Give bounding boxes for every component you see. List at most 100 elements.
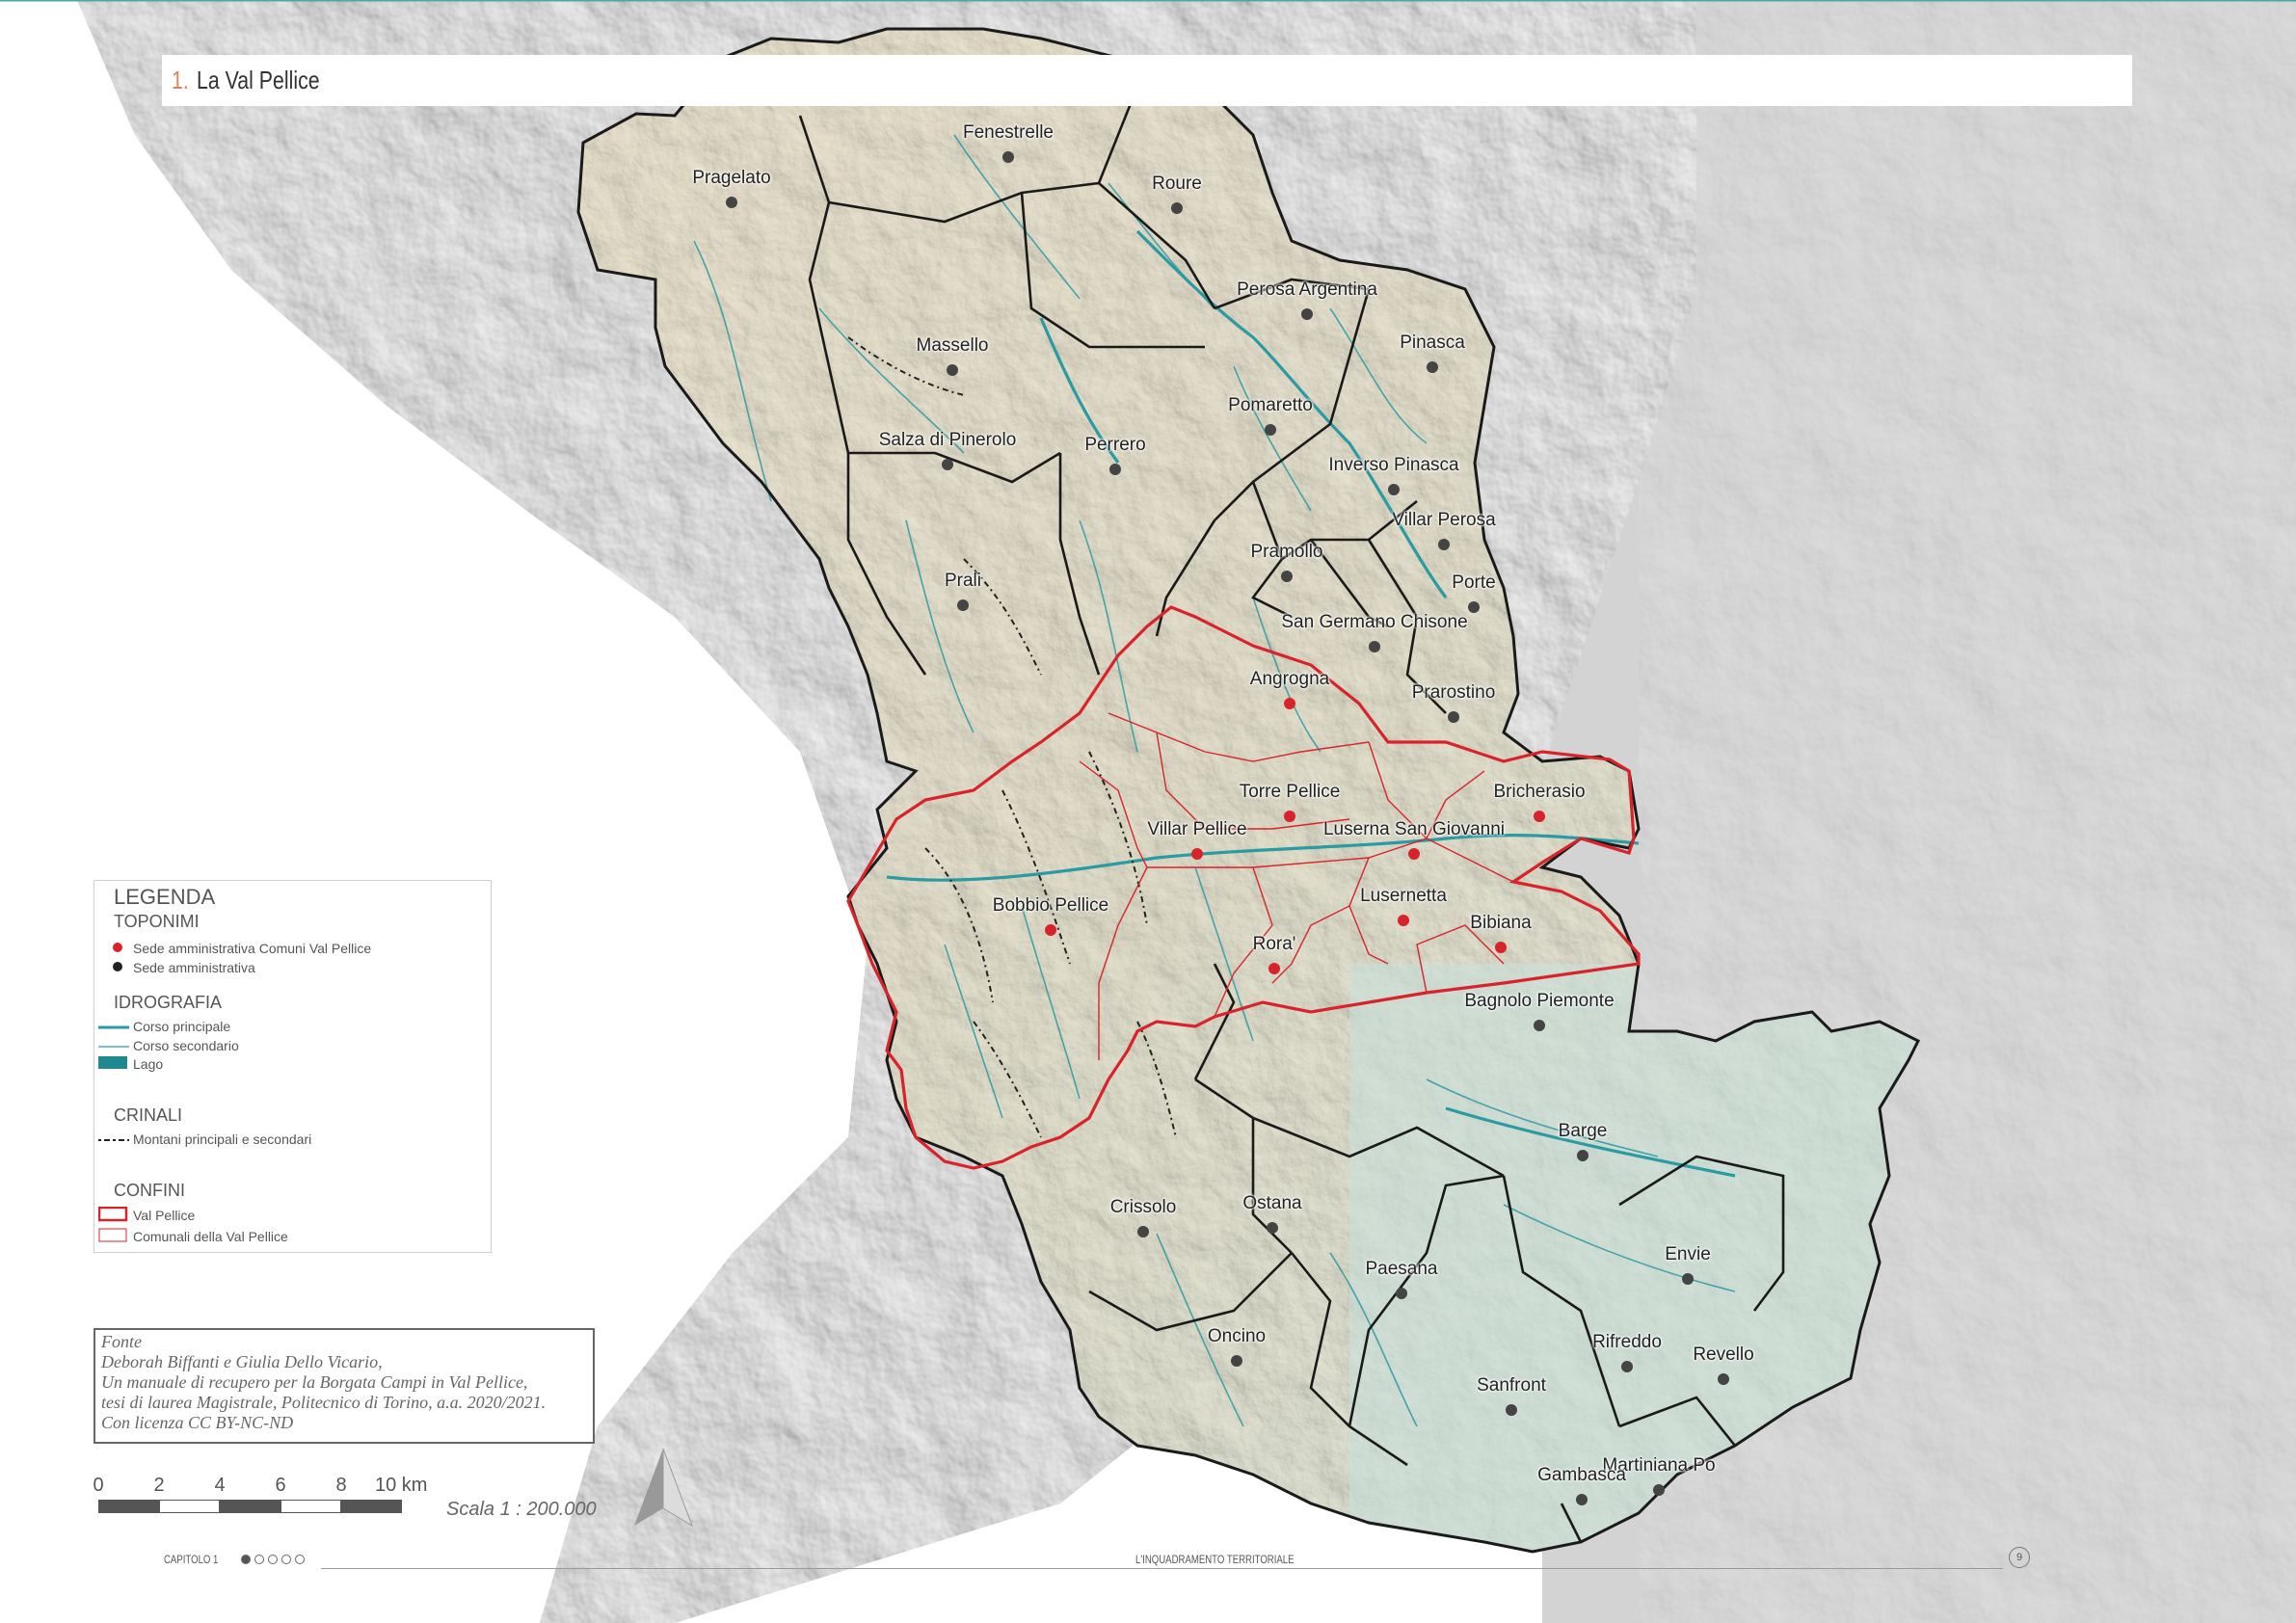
chapter-label: CAPITOLO 1 <box>164 1553 219 1566</box>
place-label: Salza di Pinerolo <box>878 430 1017 450</box>
progress-dot <box>268 1555 278 1564</box>
progress-dot <box>281 1555 291 1564</box>
place-marker <box>1438 539 1450 550</box>
title-number: 1. <box>172 66 189 94</box>
secondary-river-icon <box>98 1038 129 1053</box>
place-marker <box>1653 1484 1665 1496</box>
footer-rule <box>321 1568 2003 1569</box>
place-label: Perosa Argentina <box>1237 279 1377 300</box>
place-marker <box>1621 1361 1633 1372</box>
place-marker <box>1576 1494 1588 1505</box>
place-label: Pomaretto <box>1228 395 1313 415</box>
place-label: Paesana <box>1365 1259 1438 1279</box>
legend-item-corso-secondario: Corso secondario <box>98 1038 239 1053</box>
place-label: Massello <box>916 335 989 356</box>
place-label: Villar Pellice <box>1147 819 1247 839</box>
place-marker <box>1369 641 1380 652</box>
place-label: Fenestrelle <box>963 122 1054 143</box>
scale-tick-4: 4 <box>214 1475 226 1496</box>
val-pellice-border-icon <box>97 1206 129 1225</box>
place-marker <box>1191 848 1203 860</box>
place-marker <box>1171 202 1183 214</box>
place-label: Inverso Pinasca <box>1328 455 1459 475</box>
place-marker <box>1267 1222 1278 1234</box>
progress-dot <box>254 1555 264 1564</box>
legend-item-comunali: Comunali della Val Pellice <box>98 1228 288 1244</box>
place-label: Rifreddo <box>1592 1332 1662 1352</box>
place-marker <box>1137 1226 1149 1237</box>
black-dot-icon <box>112 960 123 975</box>
place-marker <box>1495 942 1507 953</box>
ridge-line-icon <box>98 1131 129 1147</box>
place-marker <box>1284 698 1295 709</box>
place-label: Bibiana <box>1470 913 1532 933</box>
place-marker <box>1682 1273 1694 1285</box>
place-label: Torre Pellice <box>1239 782 1341 802</box>
place-marker <box>942 459 953 470</box>
scale-segment <box>280 1500 341 1513</box>
place-label: Perrero <box>1084 435 1146 455</box>
place-marker <box>947 364 958 376</box>
lake-icon <box>98 1055 129 1073</box>
page-footer: CAPITOLO 1 L'INQUADRAMENTO TERRITORIALE … <box>162 1547 2132 1585</box>
red-dot-icon <box>112 941 123 956</box>
place-label: Pramollo <box>1250 542 1323 562</box>
place-marker <box>1396 1288 1407 1299</box>
place-label: Envie <box>1665 1244 1711 1264</box>
place-marker <box>1109 464 1121 475</box>
place-label: Prali <box>944 571 982 591</box>
map-legend: LEGENDA TOPONIMI Sede amministrativa Com… <box>93 880 492 1253</box>
place-marker <box>1718 1373 1729 1385</box>
comunali-border-icon <box>98 1228 129 1246</box>
legend-toponimi: TOPONIMI <box>114 912 200 931</box>
place-label: Porte <box>1452 572 1496 593</box>
section-label: L'INQUADRAMENTO TERRITORIALE <box>1135 1553 1295 1566</box>
scale-label: Scala 1 : 200.000 <box>446 1499 597 1520</box>
legend-item-sede: Sede amministrativa <box>113 960 255 975</box>
place-label: Bricherasio <box>1493 782 1586 802</box>
scale-tick-2: 2 <box>153 1475 165 1496</box>
place-marker <box>1301 308 1313 320</box>
legend-item-lago: Lago <box>98 1055 163 1072</box>
place-marker <box>1268 963 1280 974</box>
place-label: Villar Perosa <box>1392 510 1496 530</box>
place-marker <box>726 197 737 208</box>
source-note: Fonte Deborah Biffanti e Giulia Dello Vi… <box>93 1328 595 1444</box>
legend-heading: LEGENDA <box>114 885 216 909</box>
place-label: Ostana <box>1242 1193 1302 1213</box>
place-label: Roure <box>1152 173 1202 194</box>
page-number: 9 <box>2009 1547 2030 1568</box>
legend-item-montani: Montani principali e secondari <box>98 1131 311 1147</box>
place-label: Sanfront <box>1477 1375 1546 1396</box>
scale-tick-8: 8 <box>335 1475 347 1496</box>
legend-crinali: CRINALI <box>114 1105 183 1125</box>
scale-segment <box>220 1500 280 1513</box>
place-label: Crissolo <box>1109 1197 1177 1217</box>
progress-dot <box>295 1555 305 1564</box>
place-marker <box>1231 1355 1242 1367</box>
scale-tick-0: 0 <box>93 1475 104 1496</box>
progress-dot-active <box>241 1555 251 1564</box>
scale-tick-10: 10 km <box>375 1475 428 1496</box>
place-label: Pinasca <box>1400 333 1465 353</box>
place-marker <box>1534 1020 1545 1031</box>
place-label: Lusernetta <box>1360 886 1447 906</box>
place-marker <box>1468 601 1480 613</box>
place-marker <box>1408 848 1420 860</box>
place-marker <box>1577 1150 1589 1161</box>
place-marker <box>1388 484 1400 495</box>
main-river-icon <box>98 1019 129 1034</box>
legend-confini: CONFINI <box>114 1181 185 1200</box>
place-marker <box>1045 924 1056 936</box>
scale-segment <box>159 1500 220 1513</box>
place-label: Revello <box>1693 1344 1754 1365</box>
place-marker <box>1284 811 1295 822</box>
scale-tick-6: 6 <box>275 1475 286 1496</box>
legend-item-sede-val-pellice: Sede amministrativa Comuni Val Pellice <box>113 941 371 956</box>
legend-item-val-pellice: Val Pellice <box>97 1206 195 1223</box>
place-marker <box>1002 151 1014 163</box>
place-marker <box>1398 915 1409 926</box>
place-label: Prarostino <box>1411 682 1496 703</box>
place-label: Gambasca <box>1537 1465 1626 1485</box>
place-marker <box>1281 571 1293 582</box>
